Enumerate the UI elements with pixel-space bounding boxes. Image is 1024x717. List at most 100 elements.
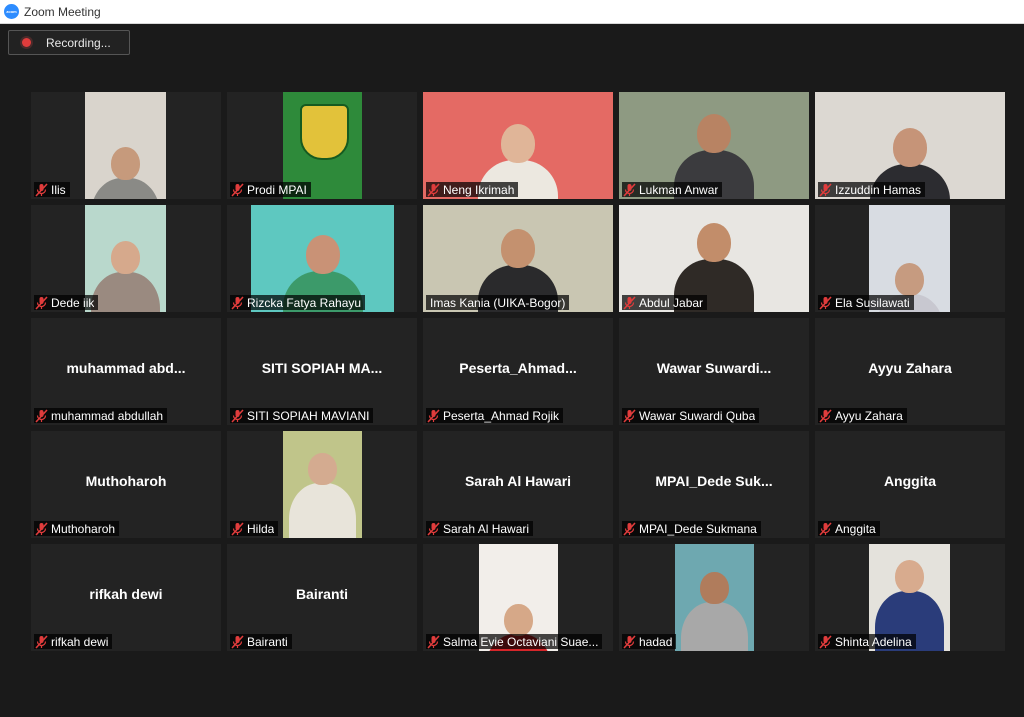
participant-tile[interactable]: Shinta Adelina xyxy=(815,544,1005,651)
participant-face xyxy=(697,223,731,263)
recording-indicator[interactable]: Recording... xyxy=(8,30,130,55)
microphone-muted-icon xyxy=(35,295,48,310)
participant-face xyxy=(111,147,140,181)
participant-display-name: Wawar Suwardi... xyxy=(656,360,772,376)
participant-tile[interactable]: Wawar Suwardi... Wawar Suwardi Quba xyxy=(619,318,809,425)
participant-name-tag: Bairanti xyxy=(230,634,292,649)
participant-name: Prodi MPAI xyxy=(247,182,307,197)
participant-face xyxy=(111,241,140,275)
participant-name: MPAI_Dede Sukmana xyxy=(639,521,757,536)
microphone-muted-icon xyxy=(819,182,832,197)
microphone-muted-icon xyxy=(819,521,832,536)
participant-tile[interactable]: Abdul Jabar xyxy=(619,205,809,312)
participant-face xyxy=(700,572,729,605)
participant-name: Dede iik xyxy=(51,295,95,310)
participant-name-tag: Lukman Anwar xyxy=(622,182,723,197)
participant-tile[interactable]: Hilda xyxy=(227,431,417,538)
participant-name-tag: Salma Evie Octaviani Suae... xyxy=(426,634,603,649)
participant-name-tag: hadad xyxy=(622,634,677,649)
participant-name-tag: Ela Susilawati xyxy=(818,295,914,310)
microphone-muted-icon xyxy=(623,408,636,423)
participant-tile[interactable]: Prodi MPAI xyxy=(227,92,417,199)
participant-tile[interactable]: SITI SOPIAH MA... SITI SOPIAH MAVIANI xyxy=(227,318,417,425)
microphone-muted-icon xyxy=(427,634,440,649)
window-title: Zoom Meeting xyxy=(24,4,101,19)
participant-name: Sarah Al Hawari xyxy=(443,521,530,536)
participant-body xyxy=(91,271,160,312)
participant-tile[interactable]: Izzuddin Hamas xyxy=(815,92,1005,199)
participant-face xyxy=(308,453,337,486)
university-logo-icon xyxy=(300,104,349,160)
participant-tile[interactable]: Salma Evie Octaviani Suae... xyxy=(423,544,613,651)
participant-tile[interactable]: Dede iik xyxy=(31,205,221,312)
participant-tile[interactable]: MPAI_Dede Suk... MPAI_Dede Sukmana xyxy=(619,431,809,538)
microphone-muted-icon xyxy=(35,408,48,423)
participant-body xyxy=(289,482,356,538)
microphone-muted-icon xyxy=(427,182,440,197)
participant-name: Hilda xyxy=(247,521,275,536)
participant-name: Anggita xyxy=(835,521,876,536)
participant-name: Ela Susilawati xyxy=(835,295,910,310)
participant-tile[interactable]: Neng Ikrimah xyxy=(423,92,613,199)
record-icon xyxy=(22,38,31,47)
participant-name-tag: Peserta_Ahmad Rojik xyxy=(426,408,564,423)
participant-face xyxy=(893,128,927,168)
participant-tile[interactable]: rifkah dewi rifkah dewi xyxy=(31,544,221,651)
participant-name: Salma Evie Octaviani Suae... xyxy=(443,634,599,649)
participant-name: Bairanti xyxy=(247,634,288,649)
participant-name: Neng Ikrimah xyxy=(443,182,515,197)
participant-tile[interactable]: Bairanti Bairanti xyxy=(227,544,417,651)
participant-display-name: Muthoharoh xyxy=(85,473,167,489)
participant-tile[interactable]: Imas Kania (UIKA-Bogor) xyxy=(423,205,613,312)
participant-name-tag: Izzuddin Hamas xyxy=(818,182,926,197)
participant-name-tag: Ayyu Zahara xyxy=(818,408,907,423)
participant-face xyxy=(501,124,535,164)
participant-face xyxy=(305,235,340,275)
participant-video xyxy=(675,544,754,651)
microphone-muted-icon xyxy=(623,634,636,649)
participant-name-tag: Anggita xyxy=(818,521,880,536)
participant-tile[interactable]: Peserta_Ahmad... Peserta_Ahmad Rojik xyxy=(423,318,613,425)
participant-display-name: Bairanti xyxy=(295,586,349,602)
microphone-muted-icon xyxy=(623,521,636,536)
microphone-muted-icon xyxy=(231,634,244,649)
participant-name-tag: Rizcka Fatya Rahayu xyxy=(230,295,366,310)
participant-display-name: Peserta_Ahmad... xyxy=(459,360,577,376)
participant-name: Imas Kania (UIKA-Bogor) xyxy=(430,295,566,310)
participant-name: Peserta_Ahmad Rojik xyxy=(443,408,560,423)
participant-tile[interactable]: Ela Susilawati xyxy=(815,205,1005,312)
participant-name-tag: Shinta Adelina xyxy=(818,634,916,649)
participant-tile[interactable]: Rizcka Fatya Rahayu xyxy=(227,205,417,312)
participant-tile[interactable]: Ilis xyxy=(31,92,221,199)
participant-name-tag: muhammad abdullah xyxy=(34,408,168,423)
participant-tile[interactable]: muhammad abd... muhammad abdullah xyxy=(31,318,221,425)
participant-face xyxy=(501,229,535,269)
participant-video xyxy=(283,431,362,538)
participant-tile[interactable]: Muthoharoh Muthoharoh xyxy=(31,431,221,538)
participant-name-tag: Prodi MPAI xyxy=(230,182,311,197)
participant-name: Rizcka Fatya Rahayu xyxy=(247,295,362,310)
participant-name: Ayyu Zahara xyxy=(835,408,903,423)
participant-name: Shinta Adelina xyxy=(835,634,912,649)
participant-name-tag: MPAI_Dede Sukmana xyxy=(622,521,761,536)
participant-body xyxy=(681,601,748,651)
microphone-muted-icon xyxy=(427,408,440,423)
participant-display-name: rifkah dewi xyxy=(89,586,163,602)
zoom-logo-icon: zoom xyxy=(4,4,19,19)
participant-display-name: MPAI_Dede Suk... xyxy=(655,473,773,489)
microphone-muted-icon xyxy=(427,521,440,536)
participant-name-tag: Abdul Jabar xyxy=(622,295,708,310)
participant-tile[interactable]: hadad xyxy=(619,544,809,651)
microphone-muted-icon xyxy=(819,634,832,649)
microphone-muted-icon xyxy=(623,295,636,310)
participant-name-tag: Wawar Suwardi Quba xyxy=(622,408,760,423)
participant-name: SITI SOPIAH MAVIANI xyxy=(247,408,370,423)
participant-face xyxy=(697,114,731,154)
recording-label: Recording... xyxy=(46,35,111,50)
participant-name-tag: Imas Kania (UIKA-Bogor) xyxy=(426,295,570,310)
participant-tile[interactable]: Ayyu Zahara Ayyu Zahara xyxy=(815,318,1005,425)
participant-name: Ilis xyxy=(51,182,66,197)
participant-tile[interactable]: Anggita Anggita xyxy=(815,431,1005,538)
participant-tile[interactable]: Sarah Al Hawari Sarah Al Hawari xyxy=(423,431,613,538)
participant-tile[interactable]: Lukman Anwar xyxy=(619,92,809,199)
